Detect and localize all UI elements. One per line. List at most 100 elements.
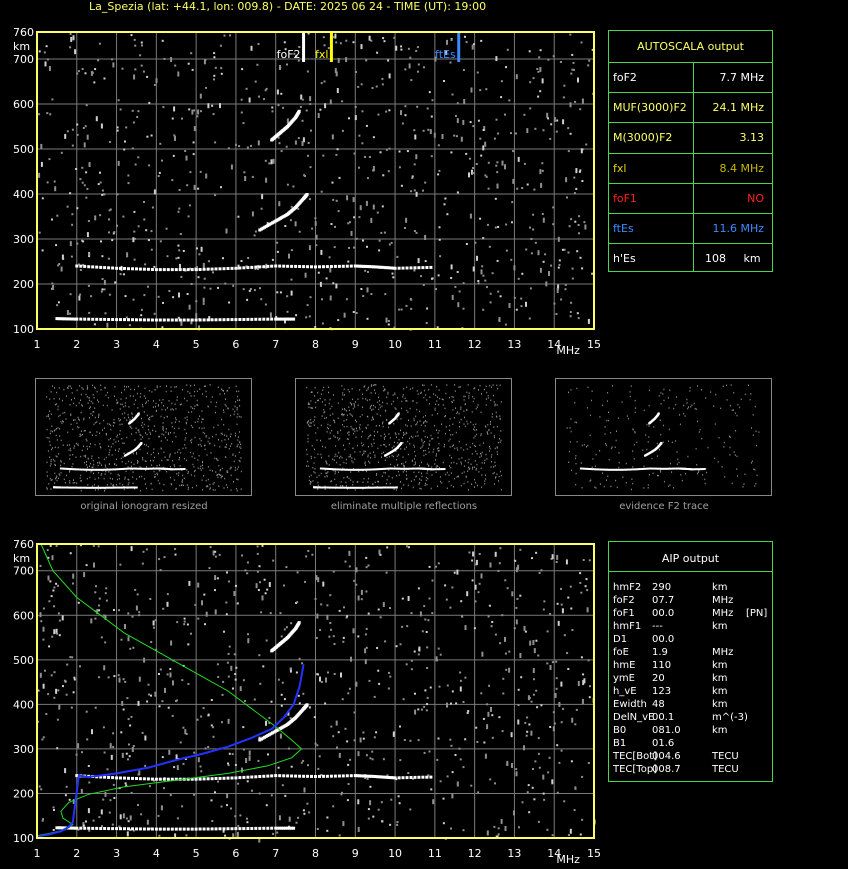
noise-dot <box>347 783 350 785</box>
trace-E2-point <box>282 774 286 778</box>
thumb-noise <box>228 428 230 431</box>
noise-dot <box>183 623 186 626</box>
trace-Es-point <box>119 318 122 322</box>
noise-dot <box>265 177 268 183</box>
noise-dot <box>298 230 301 233</box>
y-axis-label: km <box>13 40 30 53</box>
thumb-noise <box>696 464 698 466</box>
noise-dot <box>516 187 519 190</box>
thumb-noise <box>63 478 65 481</box>
thumb-noise <box>85 454 87 457</box>
thumb-noise <box>332 413 334 415</box>
marker-label: fxl <box>315 48 328 61</box>
thumb-noise <box>343 413 345 416</box>
thumb-noise <box>662 393 664 395</box>
noise-dot <box>556 791 559 794</box>
noise-dot <box>162 106 165 109</box>
noise-dot <box>489 292 492 295</box>
thumb-noise <box>202 431 204 434</box>
trace-E2-point <box>421 266 425 270</box>
thumb-noise <box>406 386 408 388</box>
trace-E2-point <box>222 267 226 271</box>
thumb-noise <box>658 395 660 397</box>
thumb-noise <box>54 472 56 475</box>
thumb-noise <box>203 385 205 388</box>
thumb-noise <box>705 397 707 399</box>
trace-E2-point <box>202 267 206 271</box>
noise-dot <box>200 110 202 113</box>
thumb-noise <box>651 457 653 460</box>
noise-dot <box>124 295 127 298</box>
thumb-trace-point <box>391 467 394 470</box>
noise-dot <box>345 39 348 42</box>
noise-dot <box>285 566 288 569</box>
noise-dot <box>371 758 374 761</box>
noise-dot <box>104 592 107 595</box>
thumb-noise <box>217 473 218 476</box>
thumb-noise <box>334 472 336 475</box>
noise-dot <box>112 62 115 68</box>
y-tick-label: 300 <box>13 233 34 246</box>
noise-dot <box>477 280 480 282</box>
thumb-noise <box>421 475 423 478</box>
trace-Es-point <box>292 317 296 321</box>
noise-dot <box>588 59 591 62</box>
noise-dot <box>328 256 331 259</box>
thumb-noise <box>204 432 206 435</box>
thumb-noise <box>314 386 316 389</box>
thumb-noise <box>753 468 755 470</box>
thumb-noise <box>419 464 420 467</box>
noise-dot <box>547 117 550 120</box>
thumb-noise <box>63 462 65 465</box>
thumb-noise <box>494 447 496 450</box>
noise-dot <box>87 808 90 814</box>
thumb-noise <box>113 418 115 421</box>
noise-dot <box>125 817 128 820</box>
noise-dot <box>512 178 515 184</box>
noise-dot <box>459 686 462 692</box>
thumb-noise <box>493 435 495 437</box>
thumb-noise <box>82 388 84 390</box>
thumb-noise <box>115 449 116 451</box>
noise-dot <box>113 609 115 611</box>
thumb-noise <box>123 488 125 491</box>
noise-dot <box>431 99 434 102</box>
noise-dot <box>576 250 579 253</box>
trace-Es-point <box>214 318 218 322</box>
noise-dot <box>407 47 410 50</box>
thumb-noise <box>239 441 240 444</box>
noise-dot <box>253 698 256 701</box>
thumb-noise <box>85 438 87 441</box>
noise-dot <box>422 129 425 132</box>
noise-dot <box>305 316 308 319</box>
thumb-noise <box>323 386 325 389</box>
noise-dot <box>563 634 566 637</box>
noise-dot <box>302 809 305 812</box>
thumb-noise <box>357 404 359 406</box>
thumb-noise <box>648 389 650 392</box>
noise-dot <box>200 715 203 718</box>
noise-dot <box>98 676 100 679</box>
noise-dot <box>288 253 290 259</box>
thumb-noise <box>116 478 118 481</box>
noise-dot <box>391 272 394 275</box>
noise-dot <box>545 281 548 287</box>
noise-dot <box>549 726 552 728</box>
thumb-noise <box>136 451 137 454</box>
thumb-noise <box>110 424 112 427</box>
noise-dot <box>121 67 124 70</box>
noise-dot <box>154 691 157 697</box>
noise-dot <box>589 685 591 688</box>
thumb-noise <box>118 474 120 477</box>
thumb-noise <box>194 475 196 477</box>
noise-dot <box>502 677 505 680</box>
trace-E2-point <box>107 266 111 270</box>
noise-dot <box>48 600 51 603</box>
trace-E2-point <box>242 266 246 270</box>
thumb-noise <box>431 466 433 468</box>
noise-dot <box>498 716 501 719</box>
thumb-noise <box>52 385 53 387</box>
thumb-noise <box>434 409 436 411</box>
noise-dot <box>544 253 547 256</box>
thumb-noise <box>146 452 148 454</box>
